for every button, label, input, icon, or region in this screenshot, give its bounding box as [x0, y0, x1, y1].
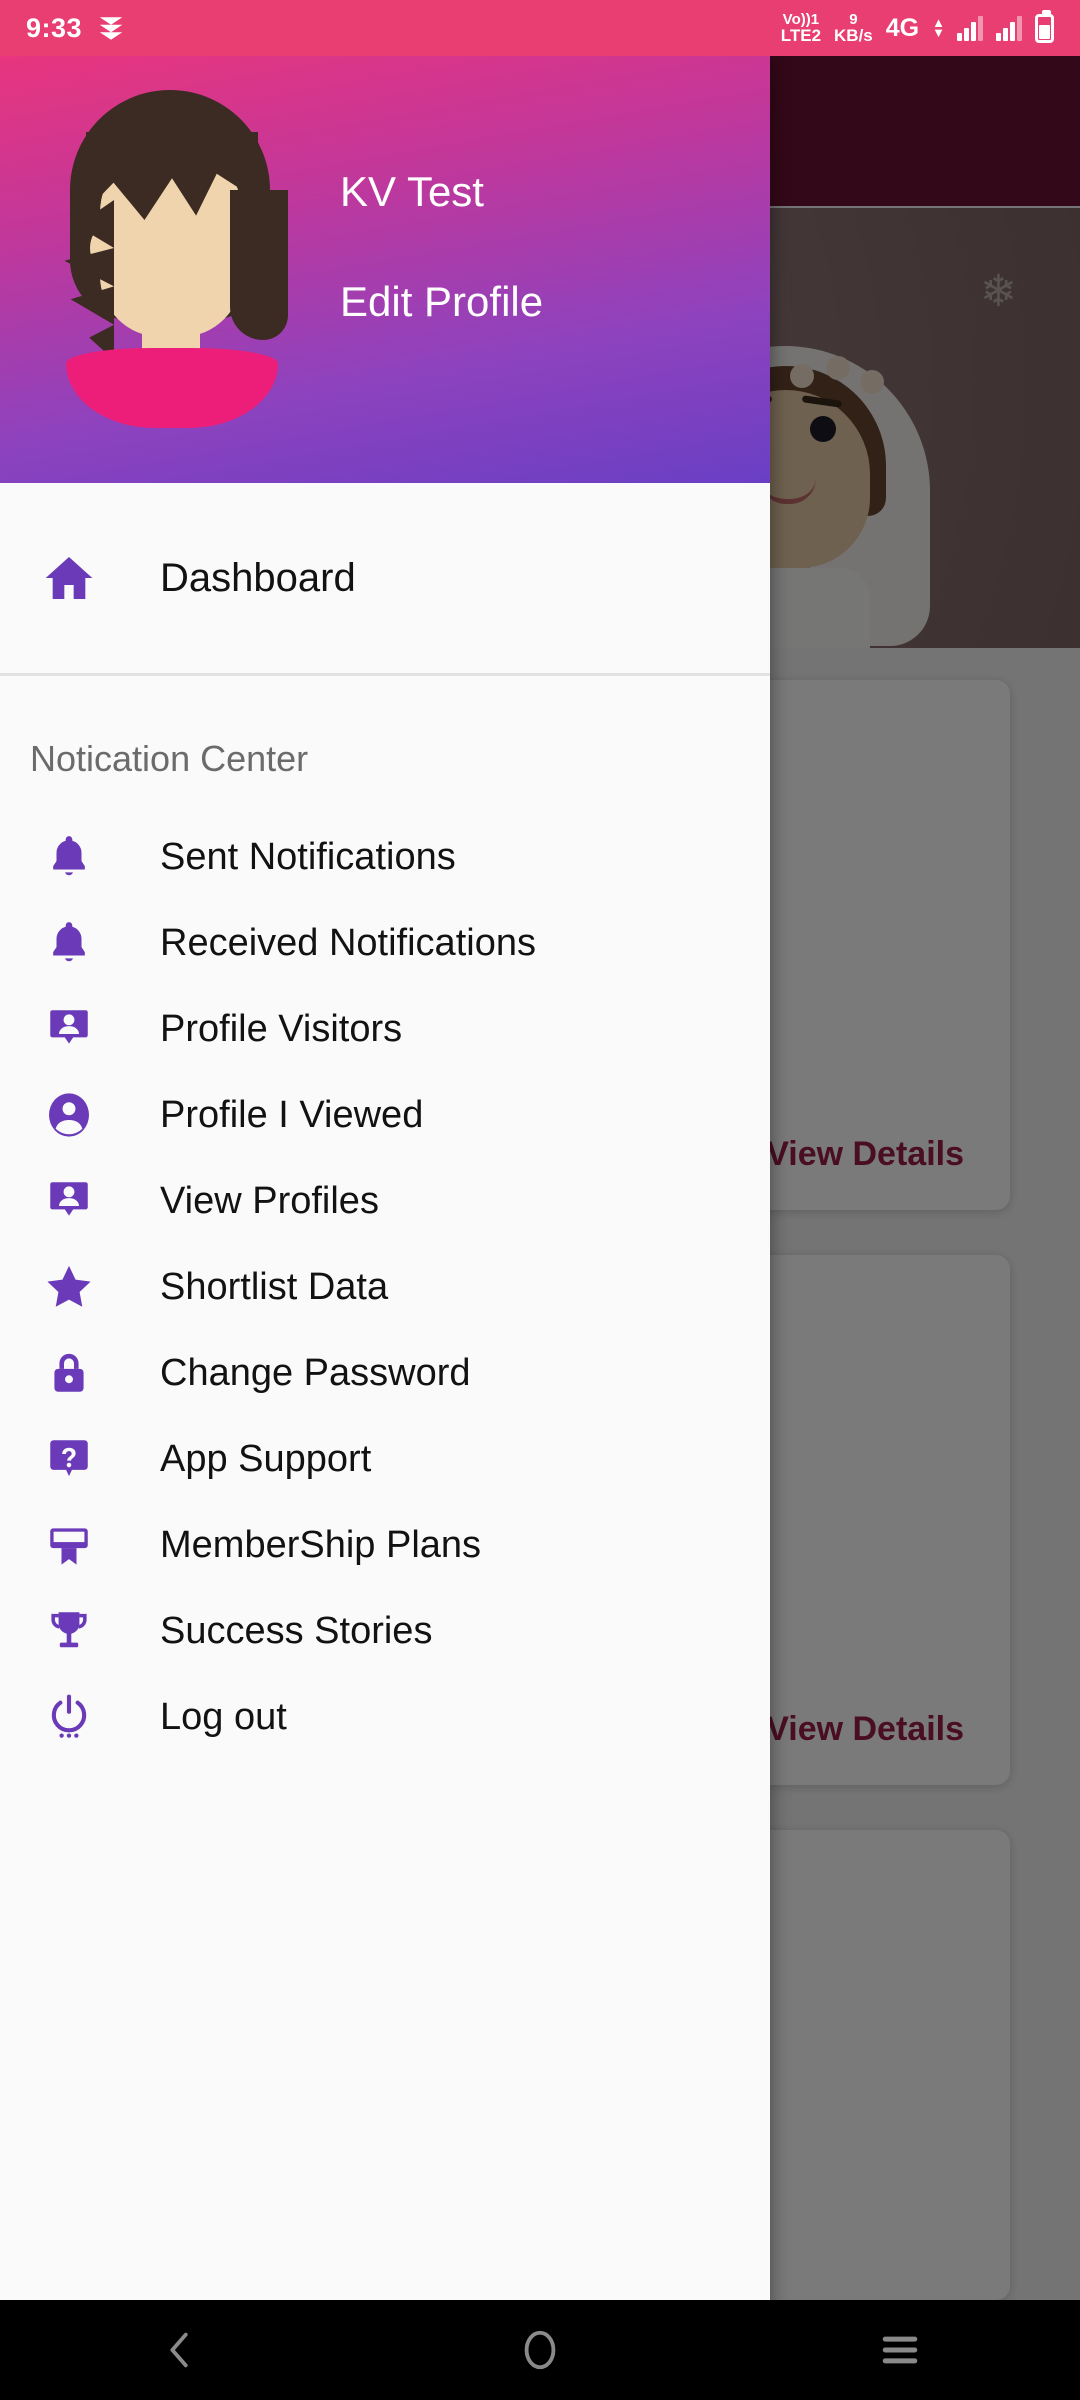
- sidebar-item-label: Profile I Viewed: [160, 1093, 424, 1136]
- sidebar-item-label: Shortlist Data: [160, 1265, 389, 1308]
- trophy-icon: [30, 1606, 108, 1656]
- sidebar-item-view-profiles[interactable]: View Profiles: [0, 1158, 770, 1244]
- android-navigation-bar: [0, 2300, 1080, 2400]
- sidebar-item-label: Received Notifications: [160, 921, 536, 964]
- sidebar-item-profile-i-viewed[interactable]: Profile I Viewed: [0, 1072, 770, 1158]
- person-badge-pin-icon: [30, 1004, 108, 1054]
- sidebar-item-label: App Support: [160, 1437, 372, 1480]
- sidebar-item-shortlist-data[interactable]: Shortlist Data: [0, 1244, 770, 1330]
- lock-icon: [30, 1348, 108, 1398]
- stacked-chevrons-icon: [96, 11, 126, 46]
- sidebar-item-success-stories[interactable]: Success Stories: [0, 1588, 770, 1674]
- sidebar-item-received-notifications[interactable]: Received Notifications: [0, 900, 770, 986]
- sidebar-item-label: Profile Visitors: [160, 1007, 403, 1050]
- battery-icon: [1035, 9, 1054, 43]
- sidebar-item-profile-visitors[interactable]: Profile Visitors: [0, 986, 770, 1072]
- sidebar-item-log-out[interactable]: Log out: [0, 1674, 770, 1760]
- sidebar-item-label: Sent Notifications: [160, 835, 456, 878]
- sidebar-item-membership-plans[interactable]: MemberShip Plans: [0, 1502, 770, 1588]
- data-arrows-icon: ▲ ▼: [932, 14, 945, 40]
- sidebar-item-label: MemberShip Plans: [160, 1523, 482, 1566]
- back-icon[interactable]: [120, 2300, 240, 2400]
- star-icon: [30, 1260, 108, 1314]
- membership-card-icon: [30, 1520, 108, 1570]
- data-rate-indicator: 9 KB/s: [834, 10, 873, 45]
- sidebar-item-label: Success Stories: [160, 1609, 433, 1652]
- sidebar-item-app-support[interactable]: App Support: [0, 1416, 770, 1502]
- volte-indicator: Vo))1 LTE2: [780, 10, 822, 45]
- status-bar: 9:33 Vo))1 LTE2 9 KB/s 4G ▲ ▼: [0, 0, 1080, 56]
- signal-strength-icon-1: [957, 15, 983, 41]
- drawer-user-name: KV Test: [340, 168, 484, 215]
- status-bar-clock: 9:33: [26, 12, 83, 43]
- recents-icon[interactable]: [840, 2300, 960, 2400]
- sidebar-item-label: Change Password: [160, 1351, 471, 1394]
- navigation-drawer: KV Test Edit Profile Dashboard Noticatio…: [0, 56, 770, 2344]
- power-icon: [30, 1691, 108, 1743]
- home-icon: [30, 550, 108, 606]
- person-badge-pin-icon: [30, 1176, 108, 1226]
- sidebar-item-label: Dashboard: [160, 555, 356, 600]
- drawer-header: KV Test Edit Profile: [0, 56, 770, 483]
- avatar[interactable]: [42, 80, 302, 428]
- network-type-label: 4G: [885, 13, 920, 42]
- sidebar-item-label: Log out: [160, 1695, 287, 1738]
- bell-icon: [30, 832, 108, 882]
- bell-icon: [30, 918, 108, 968]
- signal-strength-icon-2: [996, 15, 1022, 41]
- sidebar-item-sent-notifications[interactable]: Sent Notifications: [0, 814, 770, 900]
- account-circle-icon: [30, 1090, 108, 1140]
- home-circle-icon[interactable]: [480, 2300, 600, 2400]
- section-title: Notication Center: [30, 738, 309, 779]
- edit-profile-link[interactable]: Edit Profile: [340, 278, 543, 326]
- sidebar-item-change-password[interactable]: Change Password: [0, 1330, 770, 1416]
- sidebar-item-label: View Profiles: [160, 1179, 379, 1222]
- sidebar-item-dashboard[interactable]: Dashboard: [0, 483, 770, 673]
- question-bubble-icon: [30, 1434, 108, 1484]
